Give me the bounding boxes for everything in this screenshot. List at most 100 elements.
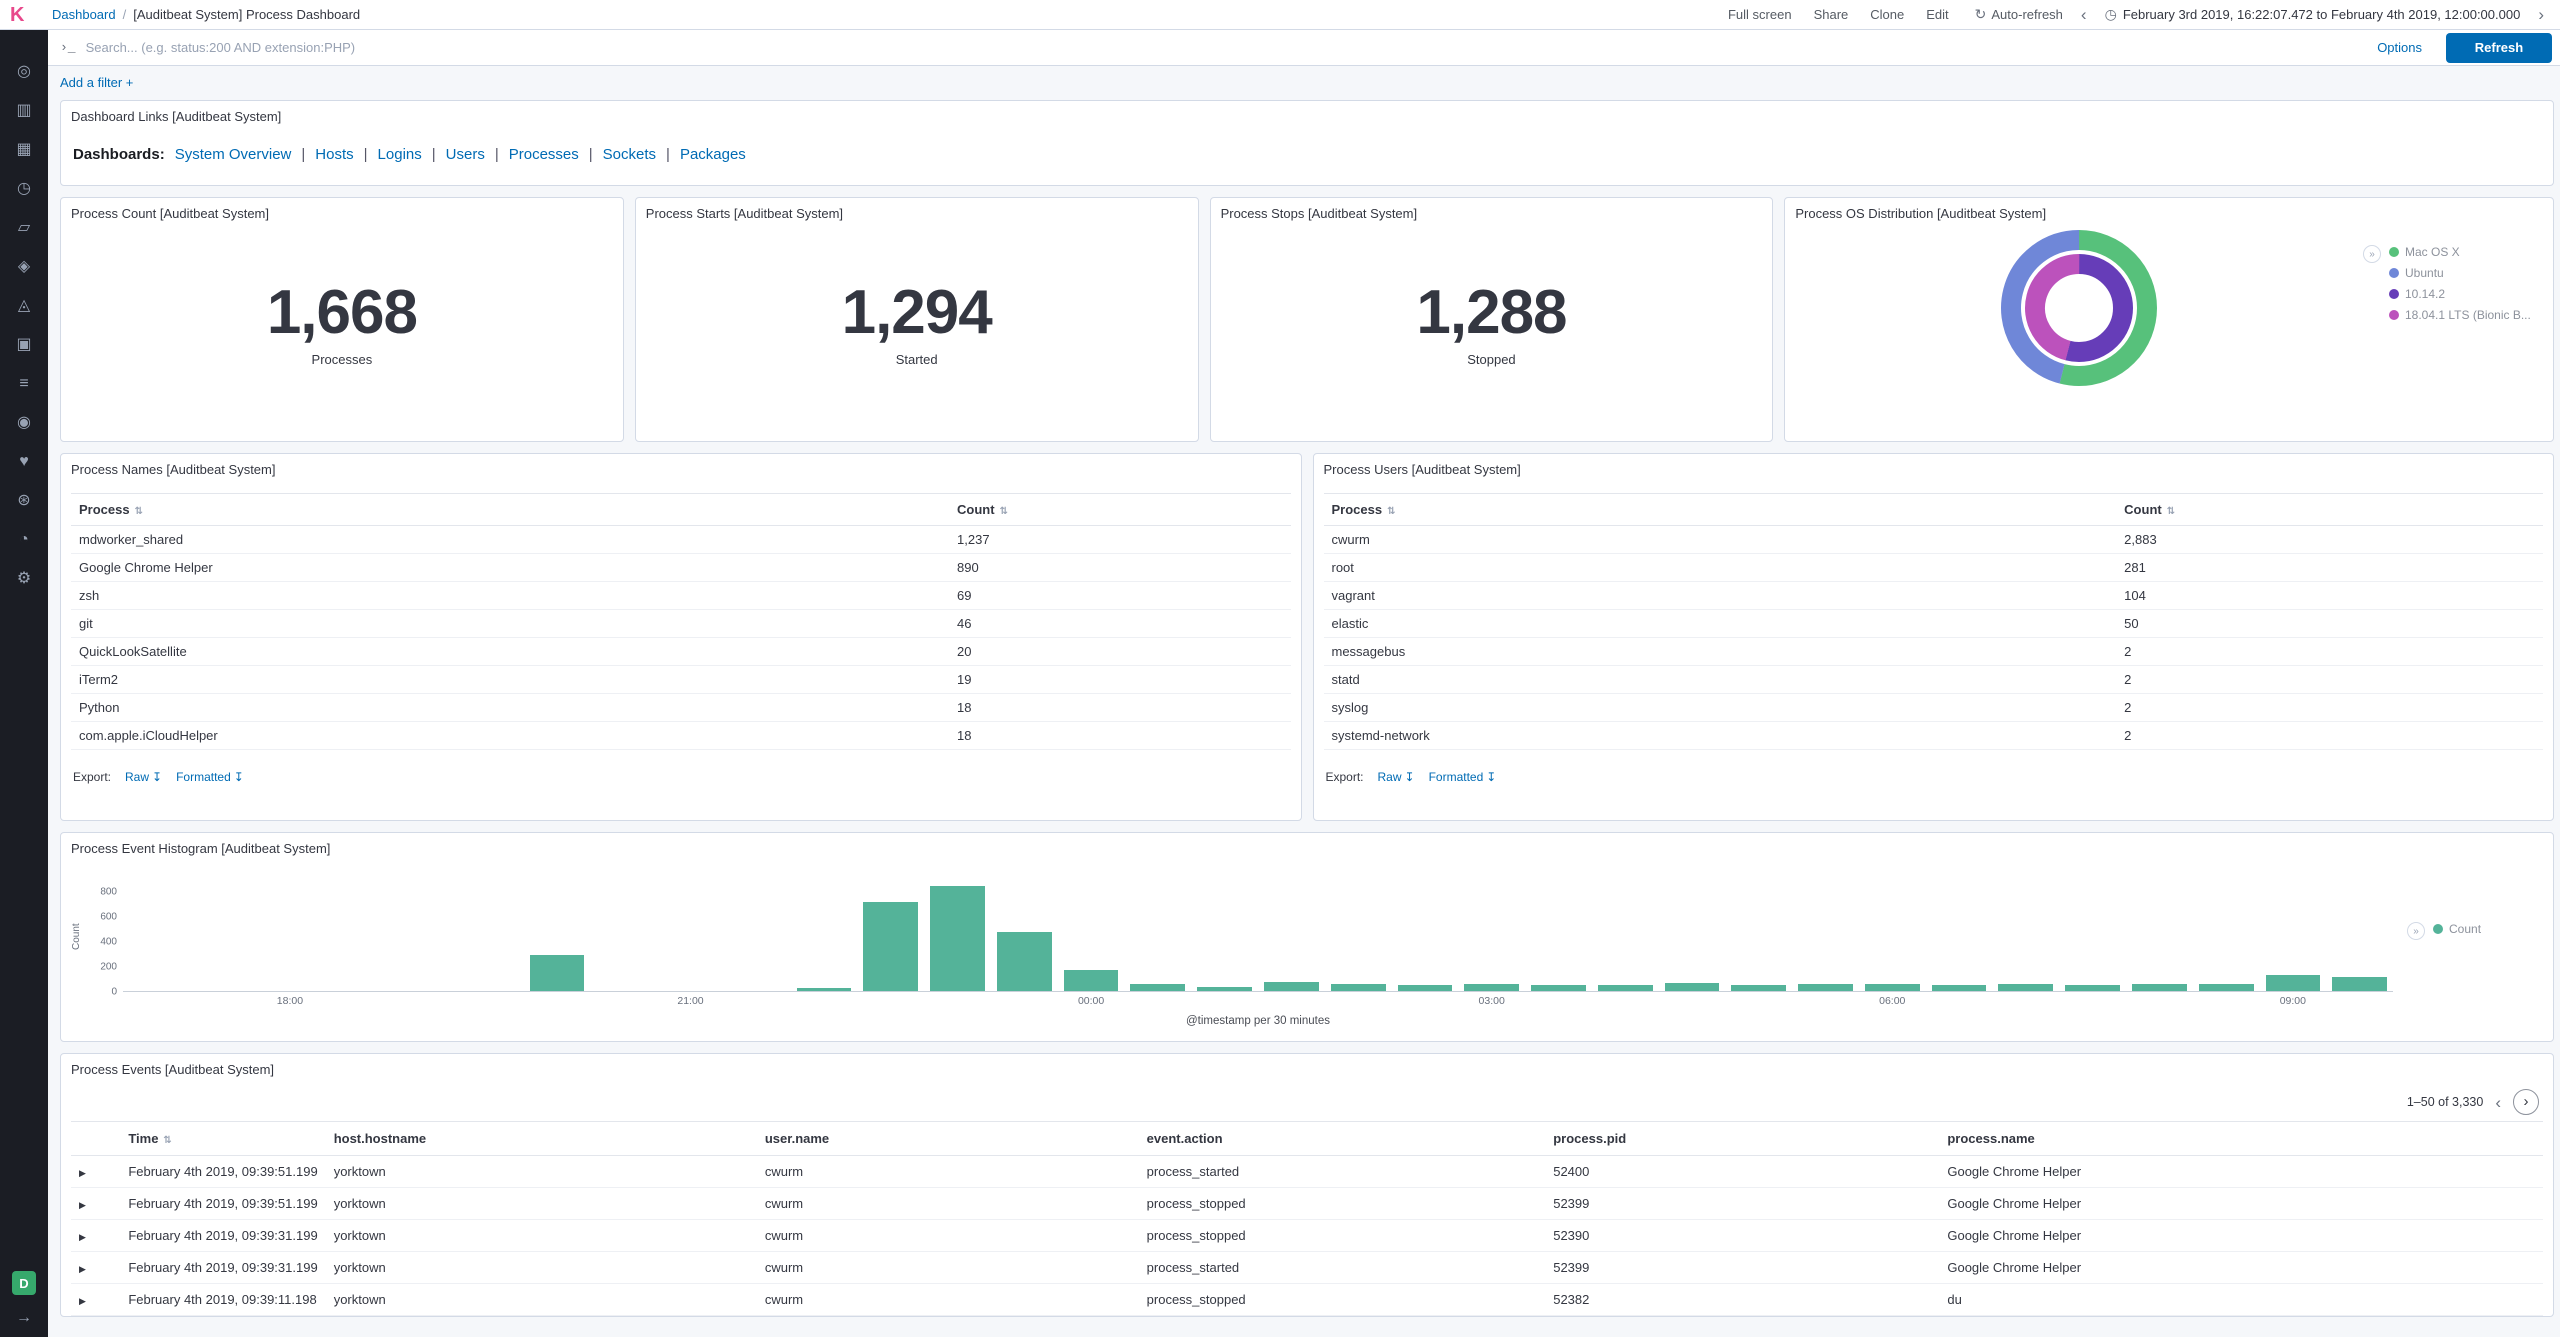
refresh-cycle-icon: ↻ (1974, 6, 1987, 22)
process-user-cell: statd (1323, 665, 2117, 694)
count-cell: 2 (2116, 665, 2543, 694)
expand-row-icon[interactable]: ▶ (79, 1296, 86, 1306)
legend-toggle-icon[interactable]: » (2363, 245, 2381, 263)
sidebar-item-machine-learning[interactable]: ◬ (11, 294, 37, 318)
expand-row-icon[interactable]: ▶ (79, 1264, 86, 1274)
os-donut-chart[interactable] (1994, 223, 2164, 393)
space-badge[interactable]: D (12, 1271, 36, 1295)
sidebar-item-timelion[interactable]: ◷ (11, 177, 37, 201)
breadcrumb-separator: / (122, 7, 127, 22)
event-pid-cell: 52390 (1545, 1219, 1940, 1252)
dashboard-link[interactable]: Packages (656, 146, 746, 163)
time-forward-button[interactable]: › (2532, 6, 2550, 23)
sidebar-expand-icon[interactable]: → (16, 1309, 32, 1327)
sidebar-item-visualize[interactable]: ▥ (11, 99, 37, 123)
breadcrumb-dashboard-link[interactable]: Dashboard (52, 7, 116, 22)
event-action-cell: process_stopped (1138, 1219, 1546, 1252)
sort-icon: ⇅ (1387, 506, 1396, 517)
expand-row-icon[interactable]: ▶ (79, 1200, 86, 1210)
column-header-time[interactable]: Time ⇅ (120, 1121, 326, 1156)
column-header-expand (71, 1121, 121, 1156)
legend-toggle-icon[interactable]: » (2407, 922, 2425, 940)
expand-row-icon[interactable]: ▶ (79, 1232, 86, 1242)
table-row: com.apple.iCloudHelper 18 (71, 721, 1291, 750)
search-input[interactable] (85, 40, 2368, 55)
column-header-process[interactable]: Process ⇅ (1323, 493, 2117, 526)
export-raw-link[interactable]: Raw ↧ (125, 770, 162, 784)
dashboard-link[interactable]: Logins (354, 146, 422, 163)
event-row[interactable]: ▶ February 4th 2019, 09:39:51.199 yorkto… (71, 1187, 2543, 1220)
sidebar-item-management[interactable]: ⚙ (11, 567, 37, 591)
sidebar-item-uptime[interactable]: ♥ (11, 450, 37, 474)
dashboard-action-button[interactable]: Share (1814, 7, 1849, 22)
event-host-cell: yorktown (325, 1283, 757, 1316)
legend-item[interactable]: 10.14.2 (2389, 287, 2531, 301)
sort-icon: ⇅ (2166, 506, 2176, 517)
download-icon: ↧ (1404, 770, 1415, 784)
count-cell: 20 (949, 637, 1291, 666)
dashboard-link[interactable]: Sockets (579, 146, 656, 163)
sidebar-item-dev-tools[interactable]: ⊛ (11, 489, 37, 513)
legend-dot (2389, 310, 2399, 320)
column-header-count[interactable]: Count ⇅ (949, 493, 1291, 526)
refresh-button[interactable]: Refresh (2446, 32, 2552, 63)
column-header-name[interactable]: process.name (1939, 1121, 2543, 1156)
sidebar-item-monitoring[interactable]: ◔ (11, 528, 37, 552)
x-axis-caption: @timestamp per 30 minutes (1186, 1015, 1330, 1027)
dashboard-grid: Dashboard Links [Auditbeat System] Dashb… (48, 98, 2560, 1317)
count-cell: 2 (2116, 637, 2543, 666)
panel-process-stops: Process Stops [Auditbeat System] 1,288 S… (1209, 197, 1774, 442)
dashboard-action-button[interactable]: Full screen (1728, 7, 1792, 22)
pagination-info: 1–50 of 3,330 (2406, 1095, 2484, 1109)
column-header-user[interactable]: user.name (756, 1121, 1139, 1156)
process-name-cell: QuickLookSatellite (71, 637, 950, 666)
sidebar-item-icon: ◬ (17, 297, 31, 314)
dashboard-link[interactable]: Hosts (291, 146, 353, 163)
expand-row-icon[interactable]: ▶ (79, 1168, 86, 1178)
sidebar-item-maps[interactable]: ◈ (11, 255, 37, 279)
sidebar-item-icon: ◉ (17, 414, 31, 431)
column-header-count[interactable]: Count ⇅ (2116, 493, 2543, 526)
time-range-picker[interactable]: ◷ February 3rd 2019, 16:22:07.472 to Feb… (2105, 6, 2521, 23)
histogram-bars[interactable] (123, 882, 2393, 992)
dashboard-link[interactable]: Processes (485, 146, 579, 163)
column-header-host[interactable]: host.hostname (325, 1121, 757, 1156)
sidebar-item-logs[interactable]: ≡ (11, 372, 37, 396)
sidebar-item-icon: ▥ (16, 102, 32, 119)
event-row[interactable]: ▶ February 4th 2019, 09:39:31.199 yorkto… (71, 1251, 2543, 1284)
export-formatted-link[interactable]: Formatted ↧ (1429, 770, 1497, 784)
legend-item[interactable]: Mac OS X (2389, 245, 2531, 259)
add-filter-link[interactable]: Add a filter + (60, 75, 133, 90)
legend-item[interactable]: 18.04.1 LTS (Bionic B... (2389, 308, 2531, 322)
table-row: git 46 (71, 609, 1291, 638)
sidebar-item-canvas[interactable]: ▱ (11, 216, 37, 240)
dashboard-action-button[interactable]: Edit (1926, 7, 1948, 22)
legend-dot (2389, 289, 2399, 299)
column-header-action[interactable]: event.action (1138, 1121, 1546, 1156)
dashboard-link[interactable]: System Overview (175, 146, 292, 163)
pagination-next-button[interactable]: › (2513, 1089, 2539, 1115)
sidebar-item-infrastructure[interactable]: ▣ (11, 333, 37, 357)
column-header-process[interactable]: Process ⇅ (71, 493, 950, 526)
export-formatted-link[interactable]: Formatted ↧ (176, 770, 244, 784)
legend-item[interactable]: Ubuntu (2389, 266, 2531, 280)
export-raw-link[interactable]: Raw ↧ (1378, 770, 1415, 784)
dashboard-action-button[interactable]: Clone (1870, 7, 1904, 22)
dashboard-link[interactable]: Users (422, 146, 485, 163)
event-name-cell: Google Chrome Helper (1939, 1251, 2543, 1284)
query-options-link[interactable]: Options (2377, 40, 2422, 55)
auto-refresh-button[interactable]: ↻ Auto-refresh (1975, 6, 2063, 23)
column-header-pid[interactable]: process.pid (1545, 1121, 1940, 1156)
count-cell: 2 (2116, 693, 2543, 722)
count-cell: 19 (949, 665, 1291, 694)
sidebar-item-dashboard[interactable]: ▦ (11, 138, 37, 162)
pagination-prev-button[interactable]: ‹ (2495, 1094, 2501, 1111)
event-row[interactable]: ▶ February 4th 2019, 09:39:51.199 yorkto… (71, 1155, 2543, 1188)
legend-item[interactable]: Count (2433, 922, 2481, 936)
kibana-logo[interactable]: K (10, 5, 40, 25)
sidebar-item-discover[interactable]: ◎ (11, 60, 37, 84)
event-row[interactable]: ▶ February 4th 2019, 09:39:31.199 yorkto… (71, 1219, 2543, 1252)
time-back-button[interactable]: ‹ (2075, 6, 2093, 23)
event-row[interactable]: ▶ February 4th 2019, 09:39:11.198 yorkto… (71, 1283, 2543, 1316)
sidebar-item-apm[interactable]: ◉ (11, 411, 37, 435)
